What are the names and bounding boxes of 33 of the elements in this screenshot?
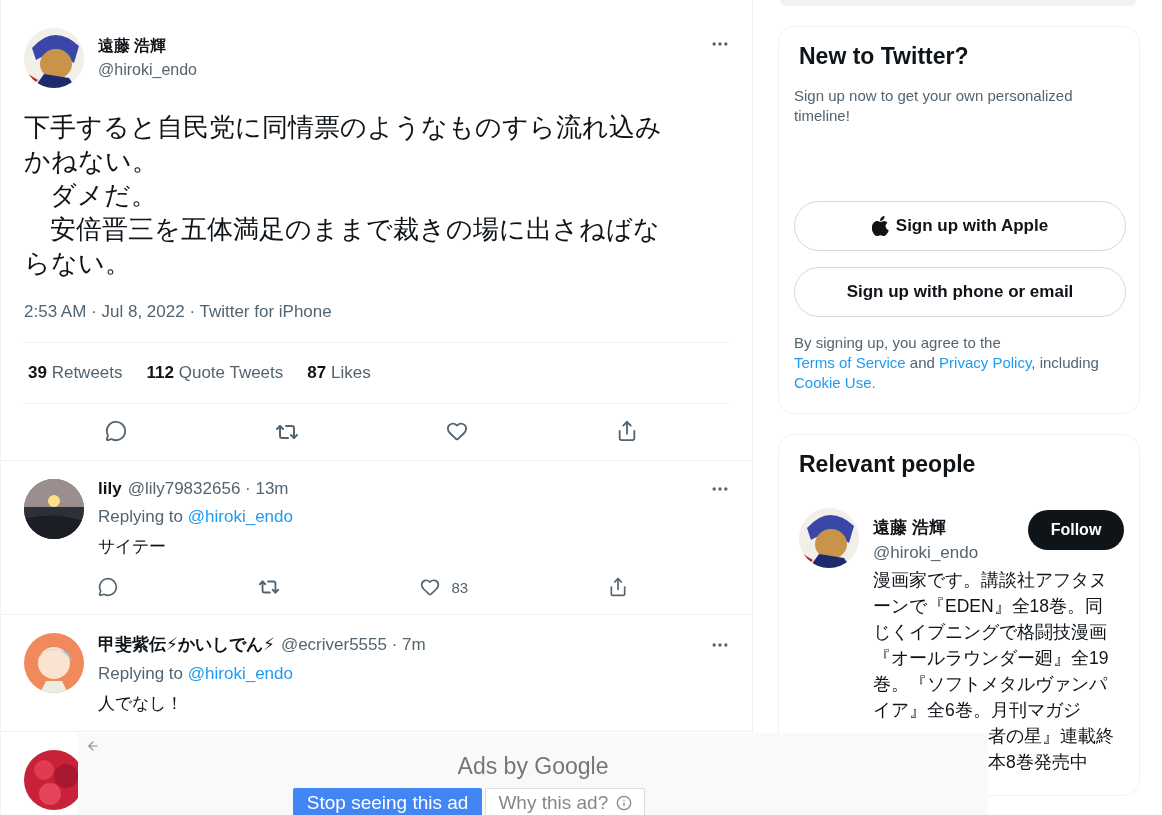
why-this-ad-button[interactable]: Why this ad? bbox=[485, 788, 646, 815]
person-handle[interactable]: @hiroki_endo bbox=[873, 543, 979, 563]
stat-link[interactable]: 112 Quote Tweets bbox=[146, 363, 284, 383]
replying-to-text: Replying to @hiroki_endo bbox=[98, 507, 294, 527]
author-handle[interactable]: @hiroki_endo bbox=[98, 61, 197, 79]
person-bio: 本8巻発売中 bbox=[987, 751, 1089, 774]
person-bio: 漫画家です。講談社アフタヌ ーンで『EDEN』全18巻。同 じくイブニングで格闘技漫画 『オールラウンダー廻』全19 巻。『ソフトメタルヴァンパ イア』全6巻。月刊マガジ bbox=[873, 569, 1110, 722]
reply-author-handle[interactable]: @lily79832656 · 13m bbox=[127, 479, 289, 499]
stop-seeing-ad-button[interactable]: Stop seeing this ad bbox=[292, 788, 483, 815]
reply-author-name[interactable]: lily bbox=[98, 479, 122, 499]
reply-text: サイテー bbox=[98, 536, 167, 558]
follow-button[interactable]: Follow bbox=[1028, 510, 1124, 550]
stat-link[interactable]: 87 Likes bbox=[307, 363, 371, 383]
replying-to-text: Replying to @hiroki_endo bbox=[98, 664, 294, 684]
person-name[interactable]: 遠藤 浩輝 bbox=[873, 516, 979, 539]
tweet-text: 下手すると自民党に同情票のようなものすら流れ込みかねない。 bbox=[24, 112, 663, 177]
card-title: New to Twitter? bbox=[798, 42, 970, 71]
tweet-text: ダメだ。 bbox=[49, 180, 158, 211]
phone-signup-button[interactable]: Sign up with phone or email bbox=[794, 267, 1126, 317]
author-name[interactable]: 遠藤 浩輝 bbox=[98, 36, 197, 57]
card-title: Relevant people bbox=[798, 450, 977, 479]
tweet-meta: 2:53 AM · Jul 8, 2022 · Twitter for iPhone bbox=[23, 301, 333, 323]
ads-by-google-label: Ads by Google bbox=[457, 753, 609, 780]
legal-text: By signing up, you agree to the Terms of Service and Privacy Policy, including Cookie Use. bbox=[794, 333, 1100, 393]
reply-author-name[interactable]: 甲斐紫伝⚡かいしでん⚡ bbox=[98, 633, 275, 656]
like-count: 83 bbox=[451, 578, 469, 596]
reply-text: 人でなし！ bbox=[98, 693, 184, 715]
stat-link[interactable]: 39 Retweets bbox=[28, 363, 123, 383]
apple-signup-button[interactable]: Sign up with Apple bbox=[794, 201, 1126, 251]
tweet-text: 安倍晋三を五体満足のままで裁きの場に出さねばならない。 bbox=[24, 214, 661, 279]
signup-subtitle: Sign up now to get your own personalized timeline! bbox=[794, 86, 1074, 126]
reply-author-handle[interactable]: @ecriver5555 · 7m bbox=[280, 634, 426, 655]
person-bio: 者の星』連載終 bbox=[987, 725, 1115, 748]
